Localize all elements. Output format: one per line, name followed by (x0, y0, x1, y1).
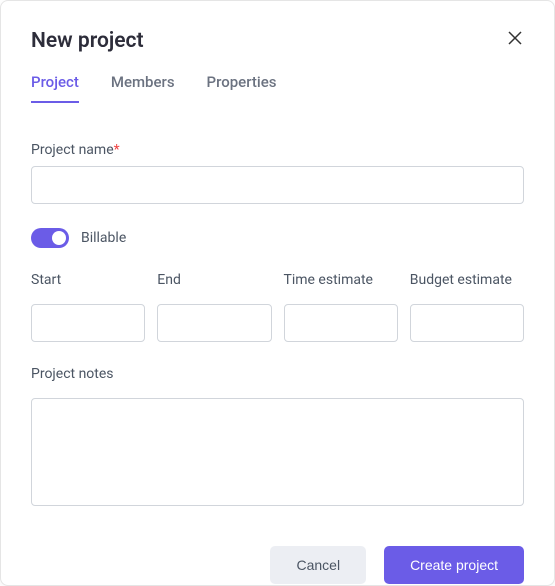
tab-members[interactable]: Members (111, 73, 175, 103)
end-field: End (157, 272, 271, 342)
start-label: Start (31, 272, 145, 288)
project-name-input[interactable] (31, 166, 524, 204)
billable-row: Billable (31, 228, 524, 248)
notes-textarea[interactable] (31, 398, 524, 506)
budget-estimate-label: Budget estimate (410, 272, 524, 288)
modal-footer: Cancel Create project (31, 546, 524, 584)
end-input[interactable] (157, 304, 271, 342)
create-project-button[interactable]: Create project (384, 546, 524, 584)
billable-toggle[interactable] (31, 228, 69, 248)
time-estimate-field: Time estimate (284, 272, 398, 342)
project-name-label: Project name* (31, 142, 524, 158)
close-icon[interactable] (506, 29, 524, 50)
toggle-knob (52, 231, 66, 245)
required-asterisk: * (114, 142, 120, 158)
notes-label: Project notes (31, 366, 524, 382)
time-estimate-label: Time estimate (284, 272, 398, 288)
billable-label: Billable (81, 230, 126, 246)
tab-properties[interactable]: Properties (207, 73, 277, 103)
cancel-button[interactable]: Cancel (270, 546, 366, 584)
form: Project name* Billable Start End Time es… (31, 142, 524, 510)
new-project-modal: New project Project Members Properties P… (0, 0, 555, 586)
project-name-label-text: Project name (31, 142, 114, 158)
notes-section: Project notes (31, 366, 524, 510)
start-input[interactable] (31, 304, 145, 342)
start-field: Start (31, 272, 145, 342)
end-label: End (157, 272, 271, 288)
tab-project[interactable]: Project (31, 73, 79, 103)
time-estimate-input[interactable] (284, 304, 398, 342)
modal-header: New project (31, 29, 524, 53)
tabs: Project Members Properties (31, 73, 524, 104)
budget-estimate-field: Budget estimate (410, 272, 524, 342)
estimates-row: Start End Time estimate Budget estimate (31, 272, 524, 342)
budget-estimate-input[interactable] (410, 304, 524, 342)
modal-title: New project (31, 29, 144, 53)
